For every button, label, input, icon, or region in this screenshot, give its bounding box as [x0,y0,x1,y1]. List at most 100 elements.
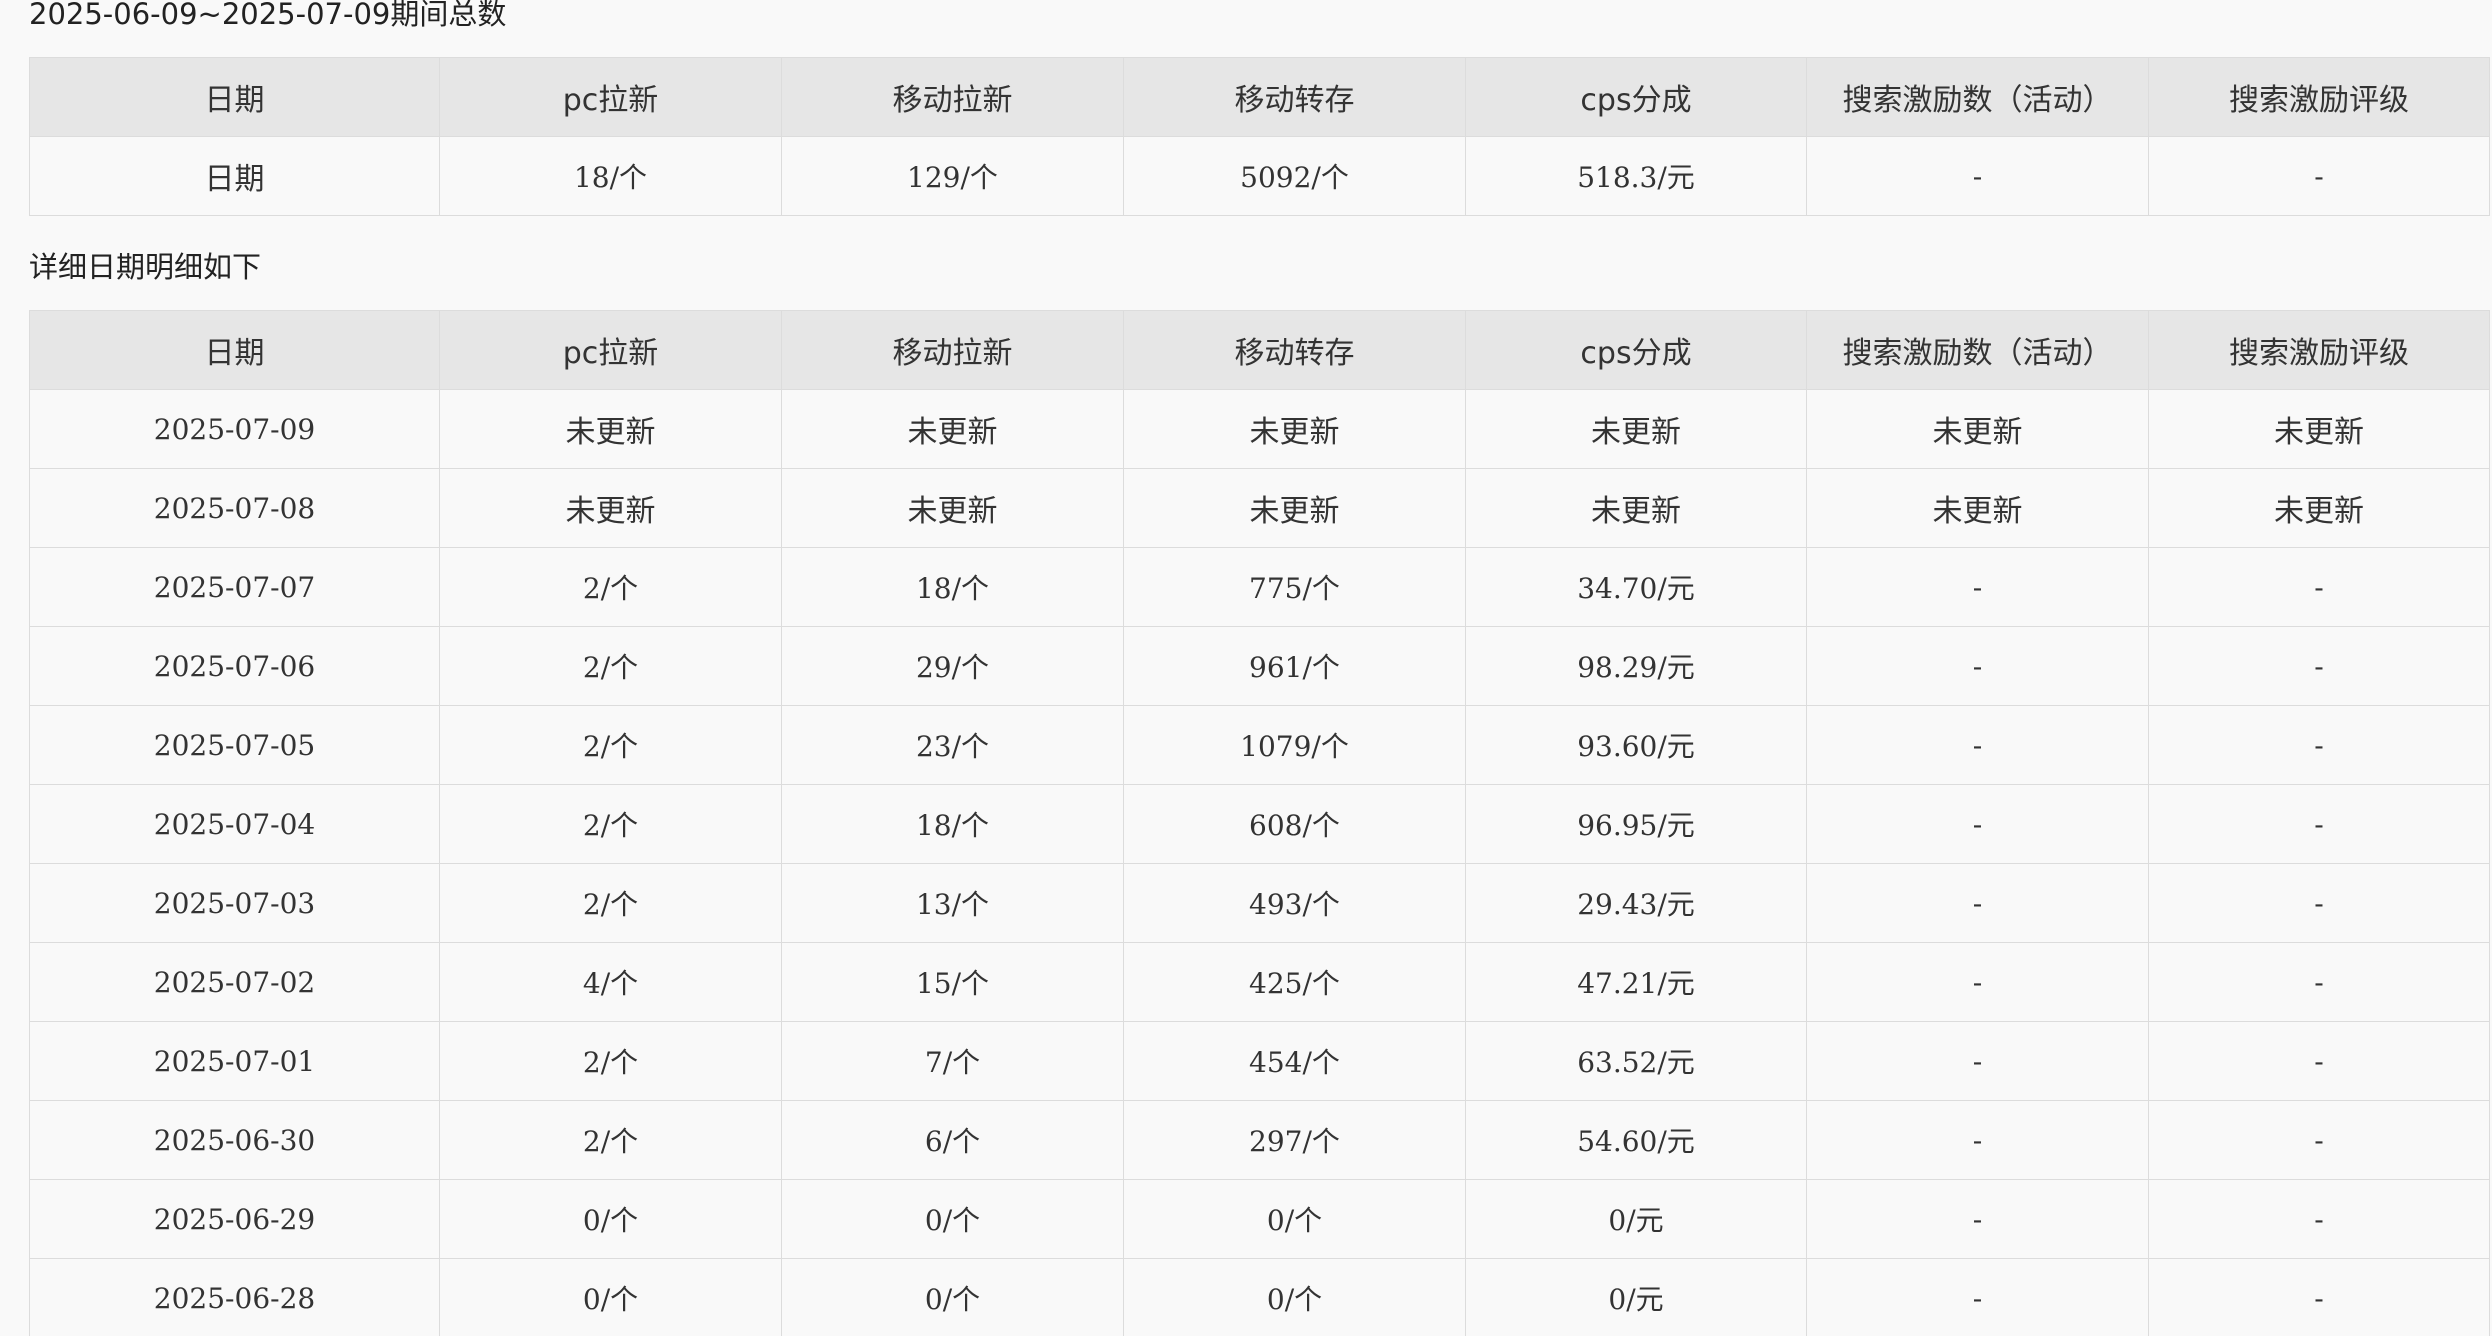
table-cell: 0/个 [439,1258,782,1336]
table-cell: 13/个 [781,863,1124,943]
table-cell: 93.60/元 [1465,705,1807,785]
table-row: 2025-07-07 2/个 18/个 775/个 34.70/元 - - [29,547,2490,627]
table-cell: 47.21/元 [1465,942,1807,1022]
date-cell: 2025-07-08 [29,468,440,548]
table-row: 2025-07-08 未更新 未更新 未更新 未更新 未更新 未更新 [29,468,2490,548]
table-cell: 18/个 [781,547,1124,627]
table-cell: 608/个 [1123,784,1466,864]
table-cell: 7/个 [781,1021,1124,1101]
table-cell: 未更新 [439,468,782,548]
detail-title: 详细日期明细如下 [29,250,262,284]
table-cell: 34.70/元 [1465,547,1807,627]
table-row: 2025-07-02 4/个 15/个 425/个 47.21/元 - - [29,942,2490,1022]
table-cell: 未更新 [439,389,782,469]
column-header-pc-new: pc拉新 [439,57,782,137]
table-cell: 15/个 [781,942,1124,1022]
table-cell: 0/个 [1123,1179,1466,1259]
column-header-search-incentive-count: 搜索激励数（活动） [1806,57,2149,137]
table-cell: 1079/个 [1123,705,1466,785]
table-cell: - [1806,1179,2149,1259]
date-cell: 2025-07-07 [29,547,440,627]
table-cell: 2/个 [439,705,782,785]
table-cell: 0/个 [781,1258,1124,1336]
table-cell: 2/个 [439,1021,782,1101]
table-cell: 493/个 [1123,863,1466,943]
column-header-mobile-new: 移动拉新 [781,57,1124,137]
table-row: 2025-07-04 2/个 18/个 608/个 96.95/元 - - [29,784,2490,864]
table-cell: 日期 [29,136,440,216]
date-cell: 2025-07-05 [29,705,440,785]
table-cell: 96.95/元 [1465,784,1807,864]
date-cell: 2025-07-02 [29,942,440,1022]
date-cell: 2025-07-09 [29,389,440,469]
date-cell: 2025-07-04 [29,784,440,864]
detail-header-row: 日期 pc拉新 移动拉新 移动转存 cps分成 搜索激励数（活动） 搜索激励评级 [29,310,2490,390]
table-cell: 518.3/元 [1465,136,1807,216]
summary-header-row: 日期 pc拉新 移动拉新 移动转存 cps分成 搜索激励数（活动） 搜索激励评级 [29,57,2490,137]
table-cell: - [1806,1100,2149,1180]
table-cell: 98.29/元 [1465,626,1807,706]
table-cell: - [2148,136,2490,216]
table-cell: - [2148,1179,2490,1259]
table-row: 2025-07-09 未更新 未更新 未更新 未更新 未更新 未更新 [29,389,2490,469]
date-cell: 2025-07-01 [29,1021,440,1101]
table-cell: 29.43/元 [1465,863,1807,943]
column-header-date: 日期 [29,57,440,137]
table-cell: - [2148,1100,2490,1180]
table-row: 2025-06-28 0/个 0/个 0/个 0/元 - - [29,1258,2490,1336]
table-cell: 54.60/元 [1465,1100,1807,1180]
table-cell: 961/个 [1123,626,1466,706]
detail-table-body: 2025-07-09 未更新 未更新 未更新 未更新 未更新 未更新 2025-07-08 未更… [29,389,2490,1336]
table-cell: 18/个 [781,784,1124,864]
table-cell: - [1806,1258,2149,1336]
table-row: 2025-07-01 2/个 7/个 454/个 63.52/元 - - [29,1021,2490,1101]
table-cell: - [2148,863,2490,943]
table-cell: 425/个 [1123,942,1466,1022]
table-cell: 6/个 [781,1100,1124,1180]
table-cell: - [1806,863,2149,943]
table-cell: 2/个 [439,784,782,864]
table-cell: 775/个 [1123,547,1466,627]
column-header-mobile-new: 移动拉新 [781,310,1124,390]
table-cell: 0/个 [1123,1258,1466,1336]
table-cell: - [2148,705,2490,785]
table-cell: 5092/个 [1123,136,1466,216]
summary-table: 日期 pc拉新 移动拉新 移动转存 cps分成 搜索激励数（活动） 搜索激励评级… [29,57,2490,216]
detail-table: 日期 pc拉新 移动拉新 移动转存 cps分成 搜索激励数（活动） 搜索激励评级… [29,310,2490,1336]
table-cell: - [1806,1021,2149,1101]
table-cell: 63.52/元 [1465,1021,1807,1101]
table-cell: - [1806,626,2149,706]
column-header-date: 日期 [29,310,440,390]
table-cell: 18/个 [439,136,782,216]
table-cell: - [2148,942,2490,1022]
table-cell: 0/元 [1465,1179,1807,1259]
table-cell: 未更新 [1123,389,1466,469]
table-cell: - [2148,1021,2490,1101]
column-header-search-incentive-count: 搜索激励数（活动） [1806,310,2149,390]
table-row: 2025-06-30 2/个 6/个 297/个 54.60/元 - - [29,1100,2490,1180]
date-cell: 2025-07-06 [29,626,440,706]
table-cell: - [2148,1258,2490,1336]
column-header-cps-share: cps分成 [1465,310,1807,390]
table-cell: 未更新 [1465,468,1807,548]
table-cell: - [1806,942,2149,1022]
table-cell: - [1806,547,2149,627]
table-cell: 129/个 [781,136,1124,216]
table-row: 2025-07-06 2/个 29/个 961/个 98.29/元 - - [29,626,2490,706]
date-cell: 2025-06-29 [29,1179,440,1259]
table-cell: 未更新 [1806,389,2149,469]
table-cell: 未更新 [2148,389,2490,469]
table-cell: 23/个 [781,705,1124,785]
table-row: 2025-07-05 2/个 23/个 1079/个 93.60/元 - - [29,705,2490,785]
table-cell: 2/个 [439,1100,782,1180]
summary-total-row: 日期 18/个 129/个 5092/个 518.3/元 - - [29,136,2490,216]
table-cell: 未更新 [2148,468,2490,548]
table-cell: 2/个 [439,863,782,943]
table-cell: 4/个 [439,942,782,1022]
table-cell: - [2148,547,2490,627]
table-cell: 0/个 [781,1179,1124,1259]
table-cell: 0/元 [1465,1258,1807,1336]
table-cell: 未更新 [1806,468,2149,548]
table-row: 2025-06-29 0/个 0/个 0/个 0/元 - - [29,1179,2490,1259]
table-cell: 2/个 [439,547,782,627]
